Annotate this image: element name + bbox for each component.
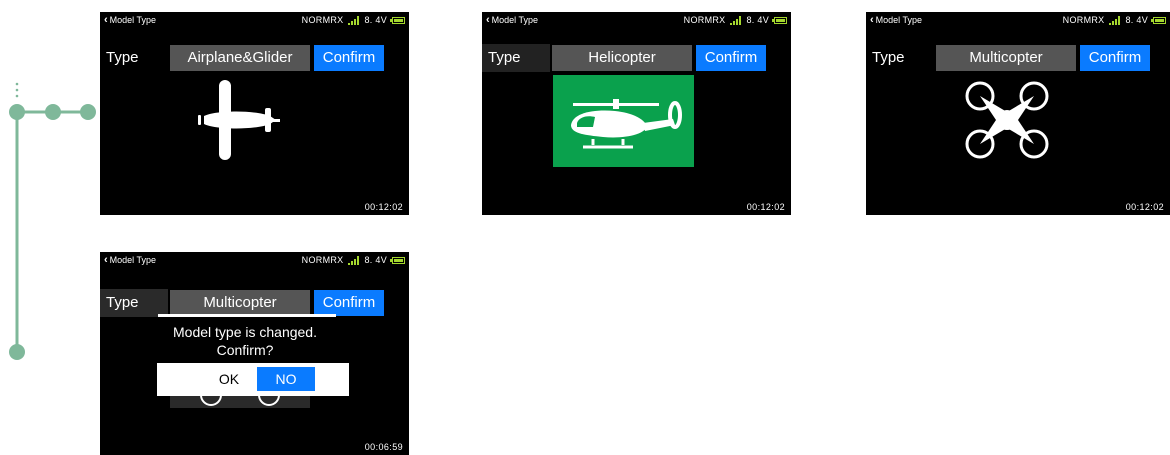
type-selector[interactable]: Helicopter bbox=[552, 45, 692, 71]
signal-bars-icon bbox=[348, 255, 360, 265]
signal-bars-icon bbox=[730, 15, 742, 25]
confirm-button[interactable]: Confirm bbox=[1080, 45, 1150, 71]
type-label: Type bbox=[488, 49, 521, 66]
session-clock: 00:06:59 bbox=[364, 442, 403, 452]
signal-bars-icon bbox=[1109, 15, 1121, 25]
screen-confirm-dialog: ‹ Model Type NORMRX 8. 4V Type Multicopt… bbox=[100, 252, 409, 455]
type-row: Type Multicopter Confirm bbox=[100, 289, 400, 317]
battery-voltage: 8. 4V bbox=[746, 15, 769, 25]
battery-voltage: 8. 4V bbox=[364, 255, 387, 265]
helicopter-icon bbox=[571, 99, 682, 149]
connector-node bbox=[80, 104, 96, 120]
back-button[interactable]: ‹ Model Type bbox=[486, 12, 538, 28]
battery-voltage: 8. 4V bbox=[1125, 15, 1148, 25]
top-bar: ‹ Model Type NORMRX 8. 4V bbox=[866, 12, 1170, 28]
airplane-icon bbox=[198, 80, 280, 160]
confirm-button[interactable]: Confirm bbox=[314, 45, 384, 71]
session-clock: 00:12:02 bbox=[746, 202, 785, 212]
battery-icon bbox=[772, 16, 787, 24]
rx-mode: NORMRX bbox=[1062, 15, 1105, 25]
no-button[interactable]: NO bbox=[257, 367, 315, 391]
connector-node bbox=[9, 104, 25, 120]
type-selector[interactable]: Multicopter bbox=[170, 290, 310, 316]
type-row: Type Airplane&Glider Confirm bbox=[100, 44, 400, 72]
connector-node bbox=[45, 104, 61, 120]
chevron-left-icon: ‹ bbox=[870, 14, 874, 26]
connector-node bbox=[9, 344, 25, 360]
status-area: NORMRX 8. 4V bbox=[684, 12, 787, 28]
dialog-message-line1: Model type is changed. bbox=[173, 324, 317, 340]
chevron-left-icon: ‹ bbox=[104, 14, 108, 26]
header-title: Model Type bbox=[109, 15, 157, 25]
header-title: Model Type bbox=[109, 255, 157, 265]
header-title: Model Type bbox=[491, 15, 539, 25]
top-bar: ‹ Model Type NORMRX 8. 4V bbox=[100, 252, 409, 268]
back-button[interactable]: ‹ Model Type bbox=[104, 12, 156, 28]
chevron-left-icon: ‹ bbox=[104, 254, 108, 266]
battery-icon bbox=[390, 16, 405, 24]
status-area: NORMRX 8. 4V bbox=[302, 252, 405, 268]
status-area: NORMRX 8. 4V bbox=[1063, 12, 1166, 28]
helicopter-tile[interactable] bbox=[553, 75, 694, 167]
battery-icon bbox=[390, 256, 405, 264]
screen-multicopter: ‹ Model Type NORMRX 8. 4V Type Multicopt… bbox=[866, 12, 1170, 215]
ok-button[interactable]: OK bbox=[207, 367, 251, 391]
type-row: Type Multicopter Confirm bbox=[866, 44, 1166, 72]
multicopter-icon bbox=[965, 81, 1049, 159]
header-title: Model Type bbox=[875, 15, 923, 25]
dialog-message-line2: Confirm? bbox=[216, 342, 274, 358]
battery-voltage: 8. 4V bbox=[364, 15, 387, 25]
battery-icon bbox=[1151, 16, 1166, 24]
screen-helicopter: ‹ Model Type NORMRX 8. 4V Type Helicopte… bbox=[482, 12, 791, 215]
confirm-button[interactable]: Confirm bbox=[696, 45, 766, 71]
session-clock: 00:12:02 bbox=[364, 202, 403, 212]
status-area: NORMRX 8. 4V bbox=[302, 12, 405, 28]
type-label: Type bbox=[106, 294, 139, 311]
type-row: Type Helicopter Confirm bbox=[482, 44, 782, 72]
back-button[interactable]: ‹ Model Type bbox=[104, 252, 156, 268]
top-bar: ‹ Model Type NORMRX 8. 4V bbox=[482, 12, 791, 28]
confirm-button[interactable]: Confirm bbox=[314, 290, 384, 316]
rx-mode: NORMRX bbox=[301, 15, 344, 25]
type-selector[interactable]: Airplane&Glider bbox=[170, 45, 310, 71]
top-bar: ‹ Model Type NORMRX 8. 4V bbox=[100, 12, 409, 28]
screen-airplane: ‹ Model Type NORMRX 8. 4V Type Airplane&… bbox=[100, 12, 409, 215]
type-label: Type bbox=[106, 49, 139, 66]
signal-bars-icon bbox=[348, 15, 360, 25]
dialog-button-bar: OK NO bbox=[157, 363, 349, 396]
back-button[interactable]: ‹ Model Type bbox=[870, 12, 922, 28]
type-selector[interactable]: Multicopter bbox=[936, 45, 1076, 71]
session-clock: 00:12:02 bbox=[1125, 202, 1164, 212]
chevron-left-icon: ‹ bbox=[486, 14, 490, 26]
rx-mode: NORMRX bbox=[301, 255, 344, 265]
type-label: Type bbox=[872, 49, 905, 66]
rx-mode: NORMRX bbox=[683, 15, 726, 25]
flow-connector bbox=[9, 82, 96, 360]
